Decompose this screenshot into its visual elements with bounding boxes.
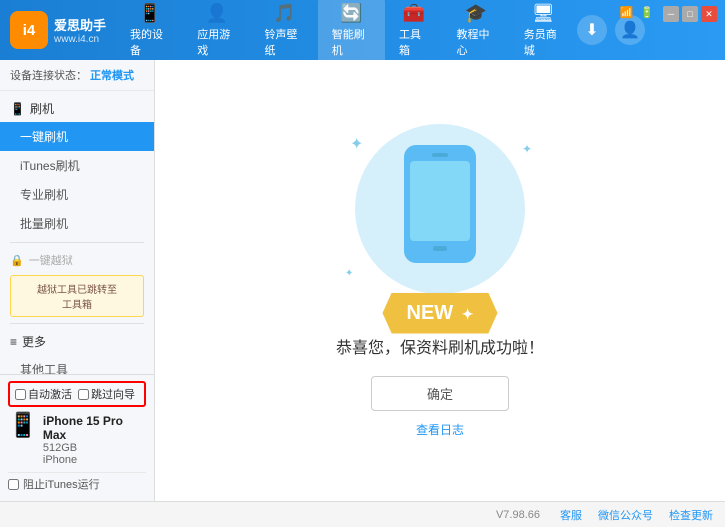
auto-activate-row: 自动激活 跳过向导	[8, 381, 146, 407]
log-link[interactable]: 查看日志	[416, 421, 464, 438]
brush-section-header[interactable]: 📱 刷机	[0, 95, 154, 122]
maximize-button[interactable]: □	[682, 6, 698, 22]
device-storage: 512GB	[43, 442, 146, 454]
time-guide-checkbox[interactable]	[78, 389, 89, 400]
download-button[interactable]: ⬇	[577, 15, 607, 45]
phone-screen	[410, 161, 470, 241]
device-type: iPhone	[43, 454, 146, 466]
footer-version: V7.98.66	[496, 509, 540, 521]
brush-section: 📱 刷机 一键刷机 iTunes刷机 专业刷机 批量刷机	[0, 91, 154, 238]
sidebar-item-one-click-brush[interactable]: 一键刷机	[0, 122, 154, 151]
battery-icon: 🔋	[640, 6, 654, 22]
sidebar-item-itunes-brush[interactable]: iTunes刷机	[0, 151, 154, 180]
footer-link-customer-service[interactable]: 客服	[560, 507, 582, 523]
wifi-icon: 📶	[620, 6, 634, 22]
nav-item-tutorial[interactable]: 🎓 教程中心	[442, 0, 509, 63]
sidebar-item-batch-brush[interactable]: 批量刷机	[0, 209, 154, 238]
phone-circle-bg	[355, 124, 525, 294]
phone-home-button	[433, 246, 447, 251]
sidebar-item-pro-brush[interactable]: 专业刷机	[0, 180, 154, 209]
sidebar-item-other-tools[interactable]: 其他工具	[0, 355, 154, 374]
sparkle-left-icon: ✦	[345, 268, 353, 279]
new-badge: NEW ✦	[383, 293, 498, 334]
sparkle-top-right-icon: ✦	[522, 142, 532, 156]
sparkle-top-left-icon: ✦	[350, 134, 363, 154]
logo-text: 爱思助手 www.i4.cn	[54, 15, 106, 45]
device-details: iPhone 15 Pro Max 512GB iPhone	[43, 414, 146, 466]
more-section-header[interactable]: ≡ 更多	[0, 328, 154, 355]
sidebar-bottom: 自动激活 跳过向导 📱 iPhone 15 Pro Max 512GB iPho…	[0, 374, 154, 501]
nav-item-merchant[interactable]: 🖥 务员商城	[510, 0, 577, 63]
success-message: 恭喜您，保资料刷机成功啦！	[336, 334, 544, 358]
time-guide-label[interactable]: 跳过向导	[78, 386, 135, 402]
footer-link-update[interactable]: 检查更新	[669, 507, 713, 523]
nav-item-apps-games[interactable]: 👤 应用游戏	[183, 0, 250, 63]
window-controls: 📶 🔋 ─ □ ✕	[620, 6, 717, 22]
main-nav: 📱 我的设备 👤 应用游戏 🎵 铃声壁纸 🔄 智能刷机 🧰 工具箱 🎓 教程中心…	[116, 0, 577, 63]
nav-item-smart-brush[interactable]: 🔄 智能刷机	[318, 0, 385, 63]
device-phone-icon: 📱	[8, 414, 38, 438]
phone-camera	[432, 153, 448, 157]
itunes-checkbox[interactable]	[8, 479, 19, 490]
sidebar: 设备连接状态： 正常模式 📱 刷机 一键刷机 iTunes刷机 专业刷机 批量刷…	[0, 60, 155, 501]
device-info: 📱 iPhone 15 Pro Max 512GB iPhone	[8, 412, 146, 468]
close-button[interactable]: ✕	[701, 6, 717, 22]
nav-item-toolbox[interactable]: 🧰 工具箱	[385, 0, 442, 63]
logo-icon: i4	[10, 11, 48, 49]
confirm-button[interactable]: 确定	[371, 376, 509, 411]
main-content: ✦ ✦ ✦ NEW ✦ 恭喜您，保资料刷机成功啦！ 确定 查看日志	[155, 60, 725, 501]
jailbreak-notice: 越狱工具已跳转至工具箱	[10, 275, 144, 317]
auto-activate-label[interactable]: 自动激活	[15, 386, 72, 402]
jailbreak-disabled-header: 🔒 一键越狱	[0, 247, 154, 273]
nav-item-my-device[interactable]: 📱 我的设备	[116, 0, 183, 63]
jailbreak-section: 🔒 一键越狱 越狱工具已跳转至工具箱	[0, 247, 154, 317]
itunes-bar[interactable]: 阻止iTunes运行	[8, 472, 146, 495]
auto-activate-checkbox[interactable]	[15, 389, 26, 400]
success-illustration: ✦ ✦ ✦ NEW ✦	[340, 124, 540, 334]
phone-body	[404, 145, 476, 263]
device-status: 设备连接状态： 正常模式	[0, 60, 154, 91]
app-logo: i4 爱思助手 www.i4.cn	[10, 11, 106, 49]
minimize-button[interactable]: ─	[663, 6, 679, 22]
footer: V7.98.66 客服 微信公众号 检查更新	[0, 501, 725, 527]
device-name: iPhone 15 Pro Max	[43, 414, 146, 442]
nav-item-ringtones[interactable]: 🎵 铃声壁纸	[251, 0, 318, 63]
footer-link-wechat[interactable]: 微信公众号	[598, 507, 653, 523]
more-section: ≡ 更多 其他工具 下载固件 高级功能	[0, 328, 154, 374]
